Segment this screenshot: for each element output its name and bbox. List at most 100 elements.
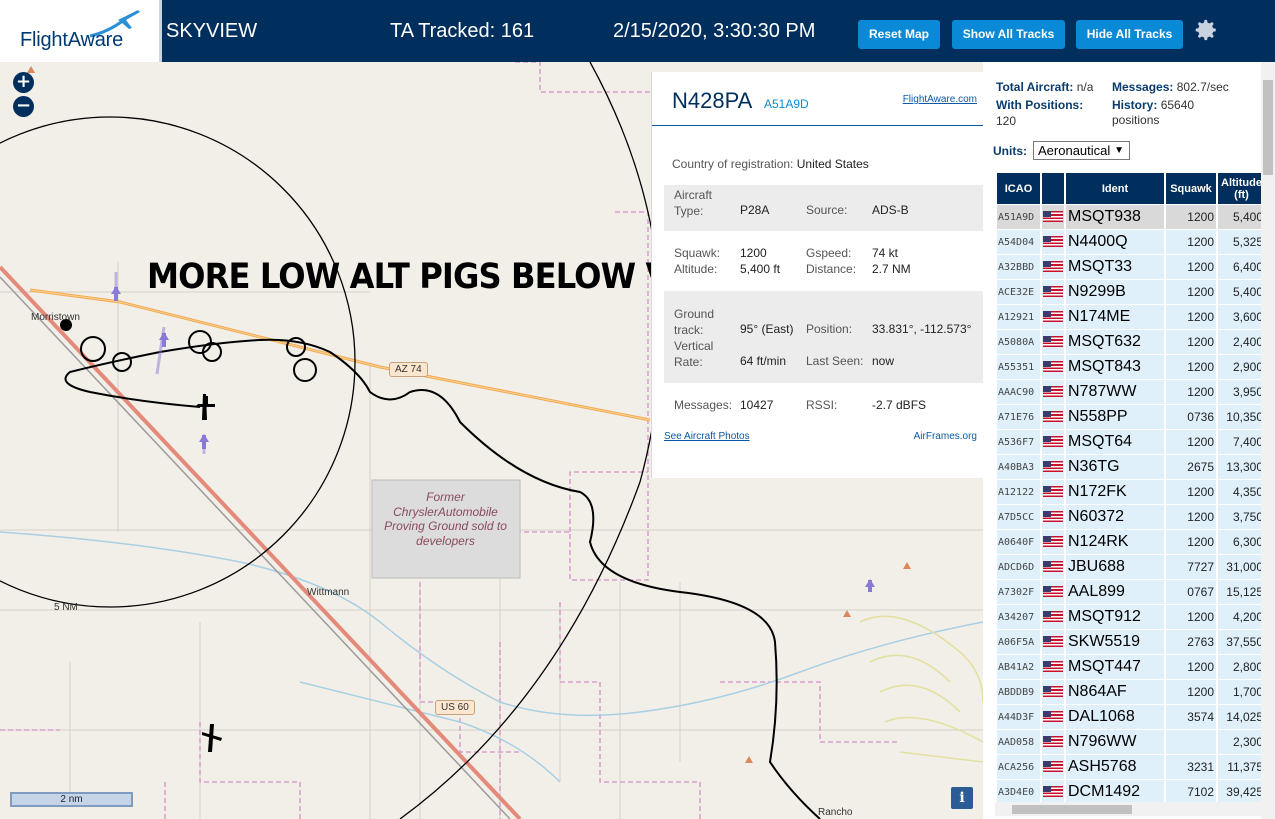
table-row[interactable]: A55351 MSQT843 1200 2,900 [997, 355, 1265, 380]
cell-ident: N174ME [1066, 305, 1164, 330]
table-row[interactable]: ABDDB9 N864AF 1200 1,700 [997, 680, 1265, 705]
hide-all-tracks-button[interactable]: Hide All Tracks [1076, 20, 1183, 49]
cell-flag [1042, 605, 1064, 630]
table-row[interactable]: A536F7 MSQT64 1200 7,400 [997, 430, 1265, 455]
show-all-tracks-button[interactable]: Show All Tracks [952, 20, 1065, 49]
orbit-loops [80, 330, 317, 382]
cell-icao: ABDDB9 [997, 680, 1040, 705]
position-label: Position: [806, 322, 853, 336]
cell-flag [1042, 580, 1064, 605]
cell-icao: A12921 [997, 305, 1040, 330]
column-header-squawk[interactable]: Squawk [1166, 172, 1216, 205]
cell-flag [1042, 305, 1064, 330]
cell-ident: MSQT632 [1066, 330, 1164, 355]
cell-altitude: 10,350 [1218, 405, 1265, 430]
zoom-out-button[interactable]: − [13, 96, 34, 117]
cell-icao: A40BA3 [997, 455, 1040, 480]
cell-icao: A54D04 [997, 230, 1040, 255]
overlay-caption: MORE LOW ALT PIGS BELOW VFR [147, 257, 715, 297]
cell-flag [1042, 680, 1064, 705]
flightaware-logo[interactable]: FlightAware [0, 0, 162, 62]
units-label: Units: [993, 144, 1027, 158]
table-row[interactable]: A34207 MSQT912 1200 4,200 [997, 605, 1265, 630]
cell-altitude: 2,800 [1218, 655, 1265, 680]
aircraft-photos-link[interactable]: See Aircraft Photos [664, 431, 750, 442]
cell-altitude: 5,400 [1218, 205, 1265, 230]
column-header-flag[interactable] [1042, 172, 1064, 205]
gear-icon[interactable] [1193, 17, 1219, 43]
distance-label: Distance: [806, 262, 857, 276]
table-row[interactable]: A12122 N172FK 1200 4,350 [997, 480, 1265, 505]
table-row[interactable]: AB41A2 MSQT447 1200 2,800 [997, 655, 1265, 680]
with-positions-value: 120 [996, 114, 1017, 128]
cell-squawk: 1200 [1166, 380, 1216, 405]
flightaware-link[interactable]: FlightAware.com [903, 94, 977, 105]
cell-altitude: 2,900 [1218, 355, 1265, 380]
aircraft-table-body: A51A9D MSQT938 1200 5,400 A54D04 N4400Q 1200 5,… [997, 205, 1265, 805]
table-row[interactable]: A71E76 N558PP 0736 10,350 [997, 405, 1265, 430]
cell-altitude: 2,300 [1218, 730, 1265, 755]
cell-icao: A536F7 [997, 430, 1040, 455]
cell-ident: MSQT447 [1066, 655, 1164, 680]
us-flag-icon [1043, 486, 1063, 498]
chevron-down-icon: ▼ [1114, 145, 1124, 156]
column-header-icao[interactable]: ICAO [997, 172, 1040, 205]
us-flag-icon [1043, 236, 1063, 248]
cell-squawk: 2763 [1166, 630, 1216, 655]
table-row[interactable]: A0640F N124RK 1200 6,300 [997, 530, 1265, 555]
table-row[interactable]: A44D3F DAL1068 3574 14,025 [997, 705, 1265, 730]
reset-map-button[interactable]: Reset Map [858, 20, 940, 49]
cell-squawk: 7727 [1166, 555, 1216, 580]
cell-altitude: 7,400 [1218, 430, 1265, 455]
table-row[interactable]: A7D5CC N60372 1200 3,750 [997, 505, 1265, 530]
cell-ident: ASH5768 [1066, 755, 1164, 780]
cell-ident: N9299B [1066, 280, 1164, 305]
cell-ident: N4400Q [1066, 230, 1164, 255]
table-row[interactable]: ADCD6D JBU688 7727 31,000 [997, 555, 1265, 580]
table-row[interactable]: A32BBD MSQT33 1200 6,400 [997, 255, 1265, 280]
table-row[interactable]: A40BA3 N36TG 2675 13,300 [997, 455, 1265, 480]
aircraft-type-label: Aircraft Type: [674, 188, 713, 218]
cell-icao: AB41A2 [997, 655, 1040, 680]
table-row[interactable]: AAD058 N796WW 2,300 [997, 730, 1265, 755]
cell-icao: A55351 [997, 355, 1040, 380]
aircraft-icon[interactable] [202, 724, 222, 752]
table-row[interactable]: A54D04 N4400Q 1200 5,325 [997, 230, 1265, 255]
cell-ident: MSQT843 [1066, 355, 1164, 380]
cell-ident: N60372 [1066, 505, 1164, 530]
cell-icao: A44D3F [997, 705, 1040, 730]
table-row[interactable]: ACE32E N9299B 1200 5,400 [997, 280, 1265, 305]
table-row[interactable]: A51A9D MSQT938 1200 5,400 [997, 205, 1265, 230]
horizontal-scroll-thumb[interactable] [1012, 805, 1132, 814]
road-shield-az74: AZ 74 [389, 362, 428, 377]
table-row[interactable]: ACA256 ASH5768 3231 11,375 [997, 755, 1265, 780]
vertical-scrollbar[interactable] [1261, 62, 1275, 819]
cell-flag [1042, 405, 1064, 430]
units-selected-value: Aeronautical [1038, 143, 1111, 158]
column-header-altitude[interactable]: Altitude (ft) [1218, 172, 1265, 205]
divider [652, 125, 984, 126]
town-label-morristown: Morristown [31, 312, 80, 323]
table-row[interactable]: A06F5A SKW5519 2763 37,550 [997, 630, 1265, 655]
us-flag-icon [1043, 411, 1063, 423]
us-flag-icon [1043, 786, 1063, 798]
table-row[interactable]: AAAC90 N787WW 1200 3,950 [997, 380, 1265, 405]
selected-aircraft-icon[interactable] [195, 394, 215, 420]
cell-ident: MSQT912 [1066, 605, 1164, 630]
ground-track-label: Ground track: [674, 307, 715, 337]
cell-icao: A7D5CC [997, 505, 1040, 530]
source-label: Source: [806, 203, 848, 217]
position-value: 33.831°, -112.573° [872, 322, 972, 336]
table-row[interactable]: A5080A MSQT632 1200 2,400 [997, 330, 1265, 355]
units-select[interactable]: Aeronautical ▼ [1033, 141, 1130, 160]
info-button[interactable]: i [951, 787, 973, 809]
table-row[interactable]: A7302F AAL899 0767 15,125 [997, 580, 1265, 605]
vertical-scroll-thumb[interactable] [1263, 80, 1273, 175]
zoom-in-button[interactable]: + [13, 72, 34, 93]
cell-icao: ADCD6D [997, 555, 1040, 580]
column-header-ident[interactable]: Ident [1066, 172, 1164, 205]
airframes-link[interactable]: AirFrames.org [914, 431, 977, 442]
cell-flag [1042, 630, 1064, 655]
cell-ident: MSQT33 [1066, 255, 1164, 280]
table-row[interactable]: A12921 N174ME 1200 3,600 [997, 305, 1265, 330]
